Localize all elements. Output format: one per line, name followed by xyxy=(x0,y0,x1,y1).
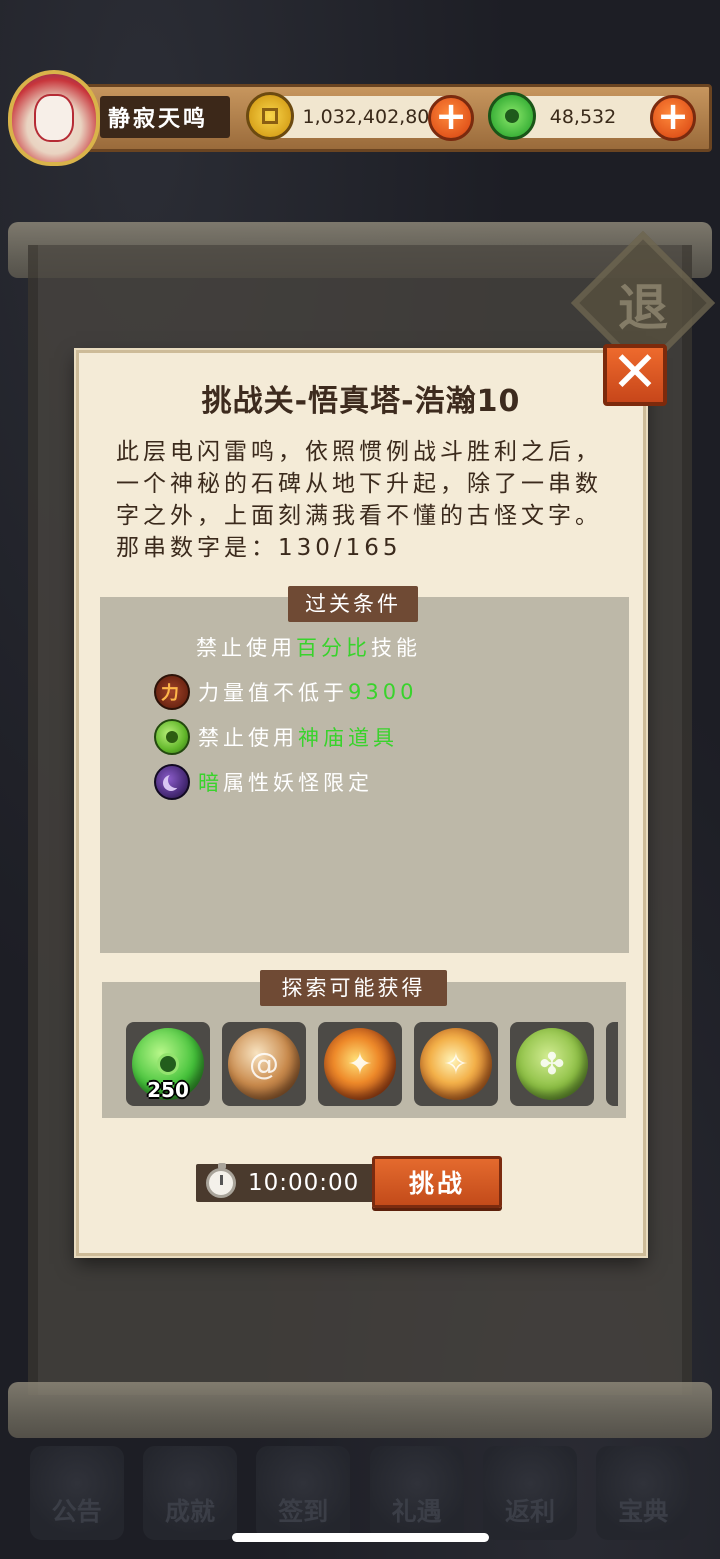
add-gold-button[interactable]: + xyxy=(428,95,474,141)
gold-coin-icon xyxy=(246,92,294,140)
gold-amount: 1,032,402,803 xyxy=(268,96,450,138)
player-avatar[interactable] xyxy=(8,70,100,166)
condition-row: 暗属性妖怪限定 xyxy=(154,764,373,800)
condition-row: 禁止使用 百分比 技能 xyxy=(196,632,421,662)
nav-achievements[interactable]: 成就 xyxy=(142,1446,237,1540)
condition-text: 属性妖怪限定 xyxy=(223,771,373,795)
nav-rebate[interactable]: 返利 xyxy=(482,1446,577,1540)
scroll-rod-bottom xyxy=(8,1382,712,1438)
condition-highlight: 神庙道具 xyxy=(298,726,398,750)
timer-value: 10:00:00 xyxy=(248,1170,360,1196)
reward-item-leaf[interactable]: ✤ xyxy=(510,1022,594,1106)
star-orb-icon: ✧ xyxy=(420,1028,492,1100)
condition-row: 力 力量值不低于 9300 xyxy=(154,674,417,710)
jade-coin-icon xyxy=(488,92,536,140)
condition-highlight: 百分比 xyxy=(296,636,371,660)
home-indicator[interactable] xyxy=(232,1533,489,1542)
reward-item-star[interactable]: ✧ xyxy=(414,1022,498,1106)
condition-text: 力量值不低于 xyxy=(198,681,348,705)
conditions-heading: 过关条件 xyxy=(288,586,418,622)
leaf-orb-icon: ✤ xyxy=(516,1028,588,1100)
condition-highlight: 9300 xyxy=(348,680,418,704)
swirl-orb-icon: @ xyxy=(228,1028,300,1100)
condition-highlight: 暗 xyxy=(198,771,223,795)
timer: 10:00:00 xyxy=(196,1163,382,1202)
dialog-title: 挑战关-悟真塔-浩瀚10 xyxy=(201,384,521,419)
dialog-description: 此层电闪雷鸣，依照惯例战斗胜利之后，一个神秘的石碑从地下升起，除了一串数字之外，… xyxy=(116,439,602,561)
dark-moon-icon xyxy=(154,764,190,800)
fire-orb-icon: ✦ xyxy=(324,1028,396,1100)
condition-text: 禁止使用 xyxy=(196,636,296,660)
relic-icon xyxy=(154,719,190,755)
nav-announcement[interactable]: 公告 xyxy=(29,1446,124,1540)
condition-text: 禁止使用 xyxy=(198,726,298,750)
challenge-button[interactable]: 挑战 xyxy=(372,1156,502,1208)
stopwatch-icon xyxy=(206,1163,236,1198)
condition-text: 技能 xyxy=(371,636,421,660)
retreat-label: 退 xyxy=(618,278,668,337)
add-jade-button[interactable]: + xyxy=(650,95,696,141)
condition-row: 禁止使用 神庙道具 xyxy=(154,719,398,755)
power-icon: 力 xyxy=(154,674,190,710)
mask-icon xyxy=(34,94,74,142)
rewards-heading: 探索可能获得 xyxy=(260,970,447,1006)
reward-count: 250 xyxy=(147,1078,189,1102)
player-name: 静寂天鸣 xyxy=(100,96,230,138)
reward-item-partial[interactable] xyxy=(606,1022,618,1106)
nav-checkin[interactable]: 签到 xyxy=(256,1446,351,1540)
reward-item-swirl[interactable]: @ xyxy=(222,1022,306,1106)
reward-item-fire[interactable]: ✦ xyxy=(318,1022,402,1106)
nav-guide[interactable]: 宝典 xyxy=(596,1446,691,1540)
bottom-nav: 公告 成就 签到 礼遇 返利 宝典 xyxy=(0,1438,720,1548)
nav-gifts[interactable]: 礼遇 xyxy=(369,1446,464,1540)
